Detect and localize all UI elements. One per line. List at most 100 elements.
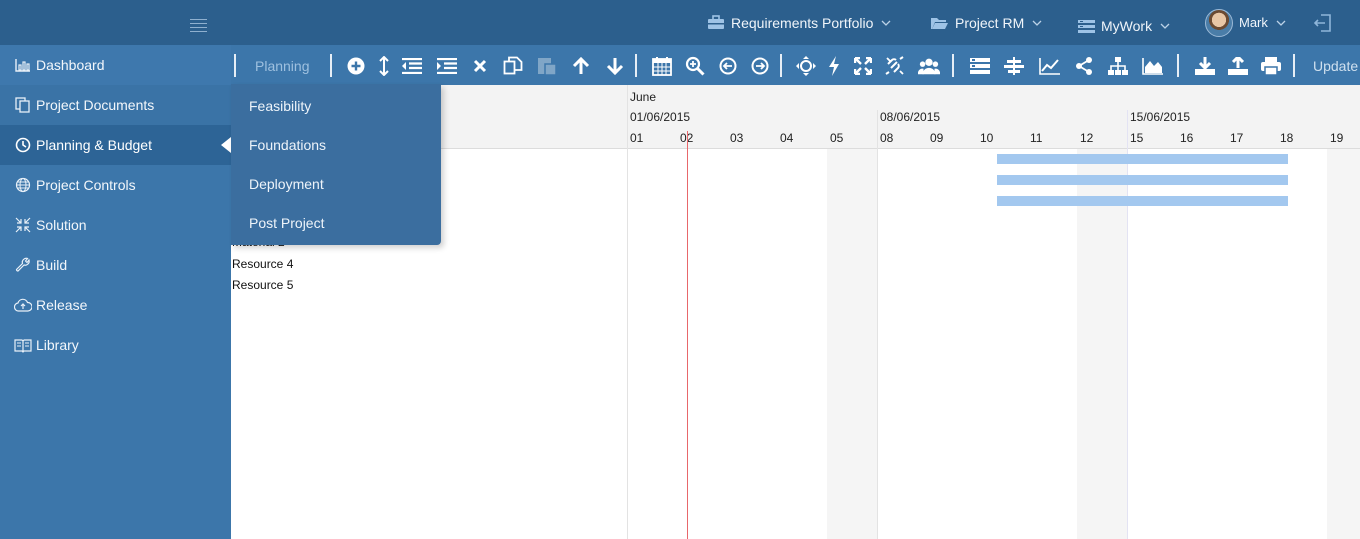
server-icon[interactable] xyxy=(969,55,991,77)
indent-icon[interactable] xyxy=(436,55,458,77)
weekend-shade xyxy=(1077,149,1127,539)
align-center-icon[interactable] xyxy=(1003,55,1025,77)
sidebar-item-label: Build xyxy=(36,257,68,273)
toolbar-divider xyxy=(952,54,954,77)
timeline-day: 04 xyxy=(780,131,794,145)
scroll-right-icon[interactable] xyxy=(749,55,771,77)
resource-row[interactable]: Resource 4 xyxy=(232,257,293,271)
chevron-down-icon xyxy=(1160,23,1170,29)
timeline-day: 05 xyxy=(830,131,844,145)
list-icon xyxy=(1078,19,1095,33)
zoom-in-icon[interactable] xyxy=(684,55,706,77)
resource-row[interactable]: Resource 5 xyxy=(232,278,293,292)
sidebar-item-release[interactable]: Release xyxy=(0,285,231,325)
scroll-left-icon[interactable] xyxy=(717,55,739,77)
share-icon[interactable] xyxy=(1073,55,1095,77)
task-bar[interactable] xyxy=(997,154,1288,164)
nav-label: Requirements Portfolio xyxy=(731,14,874,31)
sidebar-item-label: Release xyxy=(36,297,88,313)
chevron-down-icon xyxy=(881,20,891,26)
sidebar-item-project-controls[interactable]: Project Controls xyxy=(0,165,231,205)
compress-icon xyxy=(14,216,32,234)
print-icon[interactable] xyxy=(1260,55,1282,77)
wrench-icon xyxy=(14,256,32,274)
timeline-day: 10 xyxy=(980,131,994,145)
menu-item-foundations[interactable]: Foundations xyxy=(231,125,441,164)
hamburger-menu-icon[interactable] xyxy=(190,19,207,32)
sidebar-item-label: Project Controls xyxy=(36,177,136,193)
nav-mywork[interactable]: MyWork xyxy=(1078,3,1170,48)
sidebar-item-planning-budget[interactable]: Planning & Budget xyxy=(0,125,231,165)
documents-icon xyxy=(14,96,32,114)
menu-item-feasibility[interactable]: Feasibility xyxy=(231,86,441,125)
sidebar: Dashboard Project Documents Planning & B… xyxy=(0,45,231,539)
chevron-down-icon xyxy=(1032,20,1042,26)
sidebar-item-build[interactable]: Build xyxy=(0,245,231,285)
toolbar-section-label[interactable]: Planning xyxy=(255,45,310,85)
today-marker xyxy=(687,131,688,539)
delete-icon[interactable] xyxy=(469,55,491,77)
task-bar[interactable] xyxy=(997,175,1288,185)
weekend-shade xyxy=(827,149,877,539)
add-task-icon[interactable] xyxy=(345,55,367,77)
nav-project-rm[interactable]: Project RM xyxy=(930,0,1042,45)
sidebar-item-solution[interactable]: Solution xyxy=(0,205,231,245)
sidebar-item-label: Library xyxy=(36,337,79,353)
sidebar-item-label: Planning & Budget xyxy=(36,137,152,153)
move-icon[interactable] xyxy=(795,55,817,77)
critical-path-icon[interactable] xyxy=(823,55,845,77)
timeline-day: 16 xyxy=(1180,131,1194,145)
nav-label: MyWork xyxy=(1101,17,1153,34)
toolbar: Planning Update xyxy=(231,45,1360,85)
toolbar-divider xyxy=(635,54,637,77)
toolbar-divider xyxy=(780,54,782,77)
globe-icon xyxy=(14,176,32,194)
area-chart-icon[interactable] xyxy=(1142,55,1164,77)
toolbar-divider xyxy=(1293,54,1295,77)
line-chart-icon[interactable] xyxy=(1039,55,1061,77)
timeline-day: 15 xyxy=(1130,131,1144,145)
unlink-icon[interactable] xyxy=(884,55,906,77)
sidebar-item-dashboard[interactable]: Dashboard xyxy=(0,45,231,85)
menu-item-deployment[interactable]: Deployment xyxy=(231,164,441,203)
briefcase-icon xyxy=(707,15,725,30)
top-header: Requirements Portfolio Project RM MyWork… xyxy=(0,0,1360,45)
grid-line xyxy=(627,85,628,539)
timeline-day: 08 xyxy=(880,131,894,145)
user-name: Mark xyxy=(1239,15,1268,30)
sidebar-item-library[interactable]: Library xyxy=(0,325,231,365)
cloud-upload-icon xyxy=(14,296,32,314)
resize-vertical-icon[interactable] xyxy=(373,55,395,77)
move-up-icon[interactable] xyxy=(570,55,592,77)
timeline-day: 03 xyxy=(730,131,744,145)
grid-line xyxy=(877,110,878,539)
hierarchy-icon[interactable] xyxy=(1107,55,1129,77)
paste-icon[interactable] xyxy=(536,55,558,77)
toolbar-divider xyxy=(330,54,332,77)
task-bar[interactable] xyxy=(997,196,1288,206)
fullscreen-icon[interactable] xyxy=(852,55,874,77)
book-icon xyxy=(14,336,32,354)
sidebar-item-project-documents[interactable]: Project Documents xyxy=(0,85,231,125)
timeline-month: June xyxy=(630,90,657,104)
sidebar-item-label: Solution xyxy=(36,217,87,233)
nav-requirements-portfolio[interactable]: Requirements Portfolio xyxy=(707,0,891,45)
menu-item-post-project[interactable]: Post Project xyxy=(231,203,441,242)
move-down-icon[interactable] xyxy=(604,55,626,77)
users-icon[interactable] xyxy=(918,55,940,77)
download-icon[interactable] xyxy=(1194,55,1216,77)
timeline-day: 17 xyxy=(1230,131,1244,145)
outdent-icon[interactable] xyxy=(401,55,423,77)
upload-icon[interactable] xyxy=(1227,55,1249,77)
calendar-icon[interactable] xyxy=(651,55,673,77)
update-button[interactable]: Update xyxy=(1313,45,1358,85)
clock-icon xyxy=(14,136,32,154)
user-menu[interactable]: Mark xyxy=(1205,0,1286,45)
sidebar-item-label: Dashboard xyxy=(36,57,105,73)
logout-icon[interactable] xyxy=(1313,13,1333,36)
toolbar-divider xyxy=(234,54,236,77)
toolbar-divider xyxy=(1177,54,1179,77)
timeline-week: 01/06/2015 xyxy=(630,110,691,124)
timeline-day: 09 xyxy=(930,131,944,145)
copy-icon[interactable] xyxy=(502,55,524,77)
